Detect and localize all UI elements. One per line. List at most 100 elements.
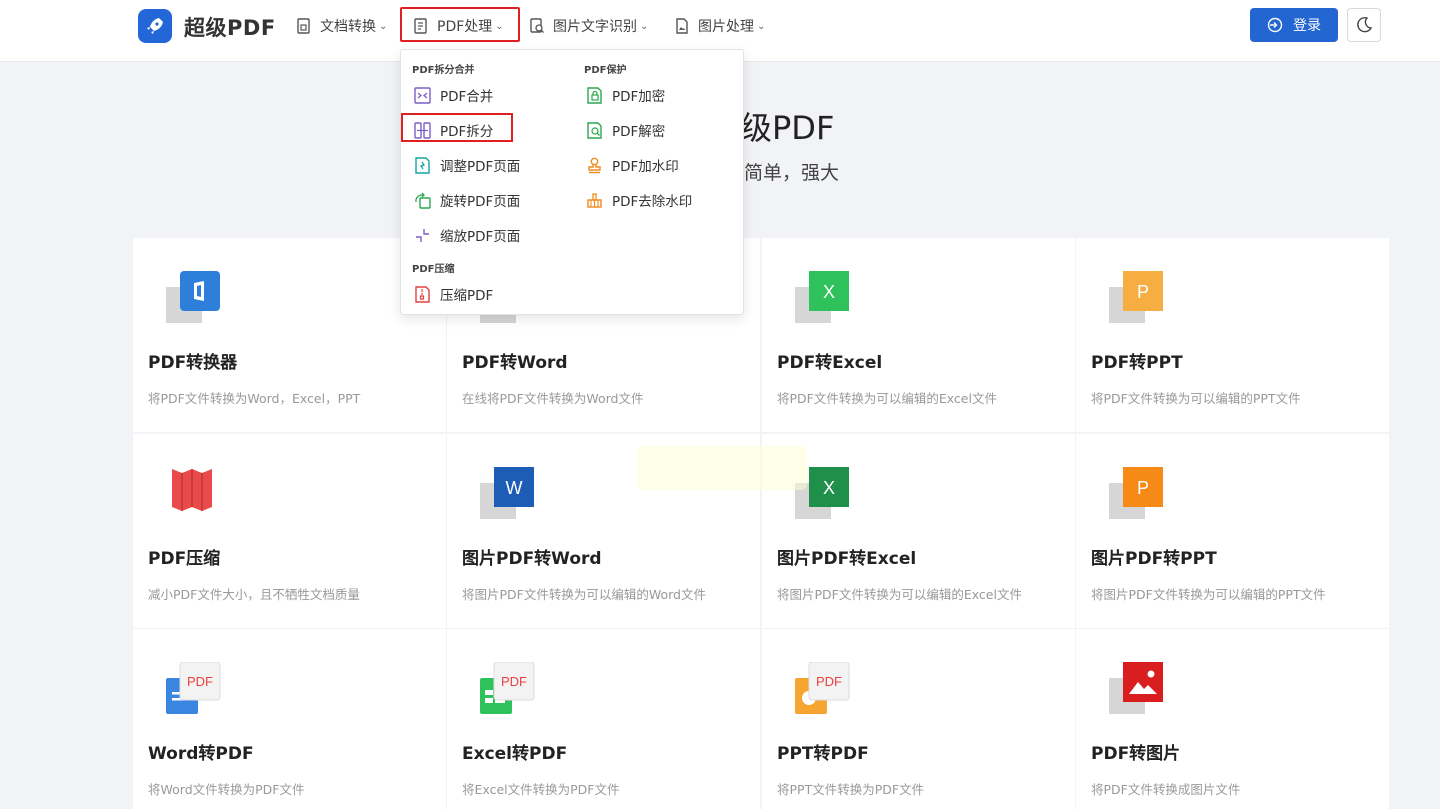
card-desc: 将PDF文件转换为可以编辑的PPT文件 <box>1091 391 1301 406</box>
svg-text:P: P <box>1137 282 1149 302</box>
card-image-pdf-to-ppt[interactable]: P 图片PDF转PPT 将图片PDF文件转换为可以编辑的PPT文件 <box>1076 434 1389 628</box>
menu-item-label: PDF去除水印 <box>612 194 693 210</box>
office-icon <box>166 271 220 323</box>
card-title: 图片PDF转PPT <box>1091 549 1217 569</box>
card-image-pdf-to-excel[interactable]: X 图片PDF转Excel 将图片PDF文件转换为可以编辑的Excel文件 <box>762 434 1075 628</box>
card-desc: 将图片PDF文件转换为可以编辑的Excel文件 <box>777 587 1022 602</box>
rotate-icon <box>415 192 431 209</box>
card-title: PPT转PDF <box>777 744 869 764</box>
menu-item-label: PDF加密 <box>612 89 666 105</box>
card-pdf-to-ppt[interactable]: P PDF转PPT 将PDF文件转换为可以编辑的PPT文件 <box>1076 238 1389 432</box>
word-icon: W <box>480 467 534 519</box>
card-title: PDF压缩 <box>148 549 221 569</box>
svg-text:P: P <box>1137 478 1149 498</box>
ocr-document-icon <box>530 18 544 33</box>
ppt-icon: P <box>1109 271 1163 323</box>
card-desc: 将Word文件转换为PDF文件 <box>148 782 305 797</box>
image-document-icon <box>676 18 688 34</box>
card-title: Excel转PDF <box>462 744 568 764</box>
ppt-to-pdf-icon: PDF <box>795 662 850 714</box>
card-excel-to-pdf[interactable]: PDF Excel转PDF 将Excel文件转换为PDF文件 <box>447 629 760 809</box>
nav-label: 图片文字识别 <box>553 19 637 35</box>
nav-doc-convert[interactable]: 文档转换 ⌄ <box>296 14 387 38</box>
card-title: 图片PDF转Excel <box>777 549 917 569</box>
section-protect: PDF保护 <box>584 65 627 76</box>
split-highlight-box <box>401 113 513 142</box>
card-desc: 将PPT文件转换为PDF文件 <box>777 782 925 797</box>
chevron-down-icon: ⌄ <box>640 20 649 32</box>
menu-item-rotate-page[interactable]: 旋转PDF页面 <box>414 189 520 211</box>
nav-image-ocr[interactable]: 图片文字识别 ⌄ <box>529 14 648 38</box>
card-desc: 将PDF文件转换为Word，Excel，PPT <box>148 391 361 406</box>
rocket-logo-icon[interactable] <box>138 9 172 43</box>
moon-icon <box>1357 16 1373 33</box>
lock-icon <box>587 86 602 104</box>
card-desc: 减小PDF文件大小，且不牺牲文档质量 <box>148 587 360 602</box>
menu-item-pdf-decrypt[interactable]: PDF解密 <box>586 119 665 141</box>
nav-label: 文档转换 <box>320 19 376 35</box>
card-title: PDF转图片 <box>1091 744 1181 764</box>
card-desc: 将图片PDF文件转换为可以编辑的Word文件 <box>462 587 706 602</box>
section-split-merge: PDF拆分合并 <box>412 65 475 76</box>
menu-item-label: PDF合并 <box>440 89 494 105</box>
menu-item-compress-pdf[interactable]: 压缩PDF <box>414 283 493 305</box>
excel-icon: X <box>795 271 849 323</box>
card-desc: 将PDF文件转换成图片文件 <box>1091 782 1241 797</box>
menu-item-label: PDF加水印 <box>612 159 679 175</box>
compress-book-icon <box>172 469 212 511</box>
card-ppt-to-pdf[interactable]: PDF PPT转PDF 将PPT文件转换为PDF文件 <box>762 629 1075 809</box>
eraser-icon <box>587 192 602 208</box>
brand-name[interactable]: 超级PDF <box>184 12 276 42</box>
adjust-page-icon <box>415 156 430 174</box>
card-desc: 在线将PDF文件转换为Word文件 <box>462 391 644 406</box>
svg-text:X: X <box>823 478 835 498</box>
nav-active-highlight <box>400 7 520 42</box>
card-desc: 将图片PDF文件转换为可以编辑的PPT文件 <box>1091 587 1326 602</box>
scale-icon <box>416 228 429 242</box>
menu-item-pdf-encrypt[interactable]: PDF加密 <box>586 84 665 106</box>
card-title: PDF转Excel <box>777 353 883 373</box>
word-to-pdf-icon: PDF <box>166 662 221 714</box>
nav-image-process[interactable]: 图片处理 ⌄ <box>674 14 765 38</box>
svg-text:PDF: PDF <box>187 674 213 689</box>
menu-item-scale-page[interactable]: 缩放PDF页面 <box>414 224 520 246</box>
card-desc: 将Excel文件转换为PDF文件 <box>462 782 620 797</box>
svg-text:X: X <box>823 282 835 302</box>
login-label: 登录 <box>1293 18 1321 34</box>
menu-item-label: 压缩PDF <box>440 288 494 304</box>
image-icon <box>1109 662 1163 714</box>
card-pdf-to-excel[interactable]: X PDF转Excel 将PDF文件转换为可以编辑的Excel文件 <box>762 238 1075 432</box>
document-icon <box>297 18 310 34</box>
section-compress: PDF压缩 <box>412 264 455 275</box>
hero-title: 级PDF <box>740 109 835 147</box>
menu-item-pdf-watermark[interactable]: PDF加水印 <box>586 154 679 176</box>
excel-to-pdf-icon: PDF <box>480 662 535 714</box>
card-title: PDF转换器 <box>148 353 238 373</box>
menu-item-pdf-merge[interactable]: PDF合并 <box>414 84 493 106</box>
card-pdf-compress[interactable]: PDF压缩 减小PDF文件大小，且不牺牲文档质量 <box>133 434 446 628</box>
card-word-to-pdf[interactable]: PDF Word转PDF 将Word文件转换为PDF文件 <box>133 629 446 809</box>
card-title: 图片PDF转Word <box>462 549 602 569</box>
menu-item-label: 调整PDF页面 <box>440 159 521 175</box>
login-button[interactable]: 登录 <box>1250 8 1338 42</box>
svg-text:PDF: PDF <box>501 674 527 689</box>
stamp-icon <box>588 157 601 173</box>
menu-item-label: 缩放PDF页面 <box>440 229 521 245</box>
card-pdf-to-image[interactable]: PDF转图片 将PDF文件转换成图片文件 <box>1076 629 1389 809</box>
hero-subtitle: 简单，强大 <box>744 162 840 184</box>
menu-item-label: 旋转PDF页面 <box>440 194 521 210</box>
card-title: Word转PDF <box>148 744 254 764</box>
faint-watermark <box>637 446 807 490</box>
login-icon <box>1267 17 1283 33</box>
menu-item-pdf-remove-watermark[interactable]: PDF去除水印 <box>586 189 692 211</box>
card-title: PDF转PPT <box>1091 353 1183 373</box>
menu-item-adjust-page[interactable]: 调整PDF页面 <box>414 154 520 176</box>
theme-toggle-button[interactable] <box>1347 8 1381 42</box>
svg-text:W: W <box>506 478 523 498</box>
ppt-icon: P <box>1109 467 1163 519</box>
card-title: PDF转Word <box>462 353 568 373</box>
chevron-down-icon: ⌄ <box>379 20 388 32</box>
unlock-icon <box>587 121 602 139</box>
nav-label: 图片处理 <box>698 19 754 35</box>
pdf-process-dropdown: PDF拆分合并 PDF保护 PDF合并 PDF拆分 调整PDF页面 旋转PDF页… <box>400 49 744 315</box>
